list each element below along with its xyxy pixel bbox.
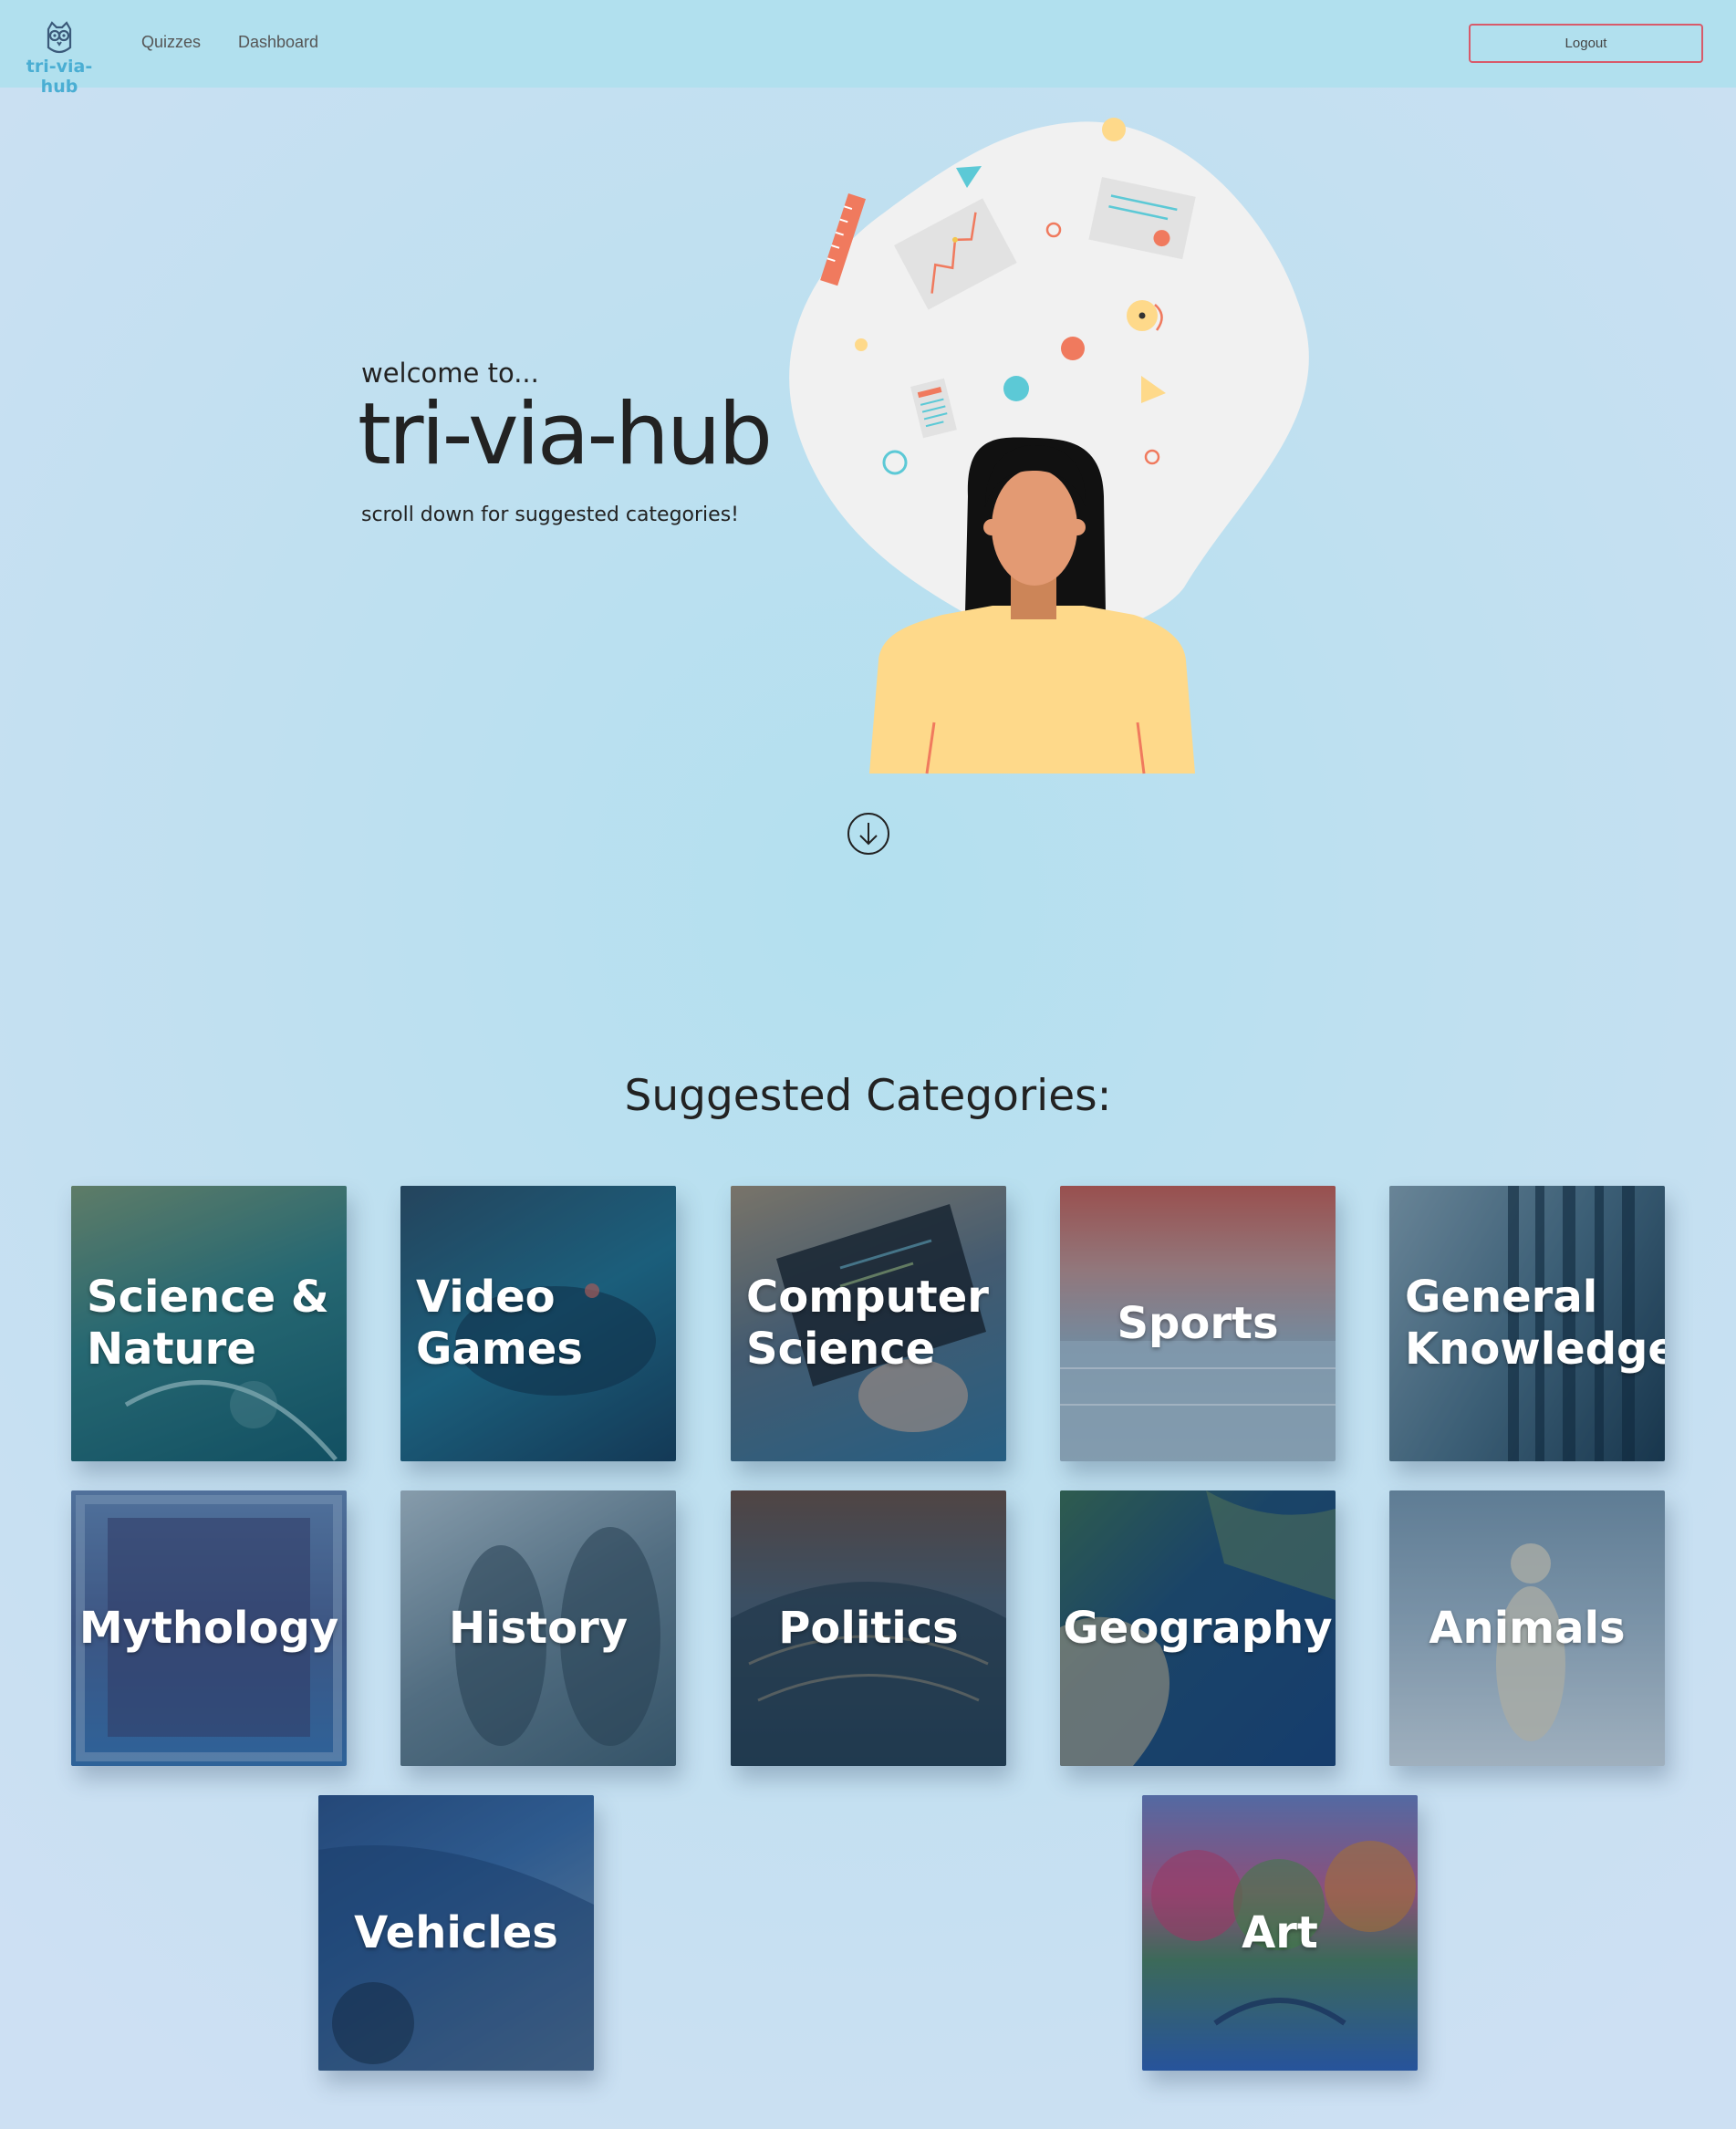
brand-name: tri-via-hub xyxy=(26,57,93,97)
category-card-computer-science[interactable]: Computer Science xyxy=(731,1186,1006,1461)
category-card-politics[interactable]: Politics xyxy=(731,1490,1006,1766)
category-card-mythology[interactable]: Mythology xyxy=(71,1490,347,1766)
category-card-video-games[interactable]: Video Games xyxy=(400,1186,676,1461)
category-label: Mythology xyxy=(78,1602,339,1654)
category-label: Sports xyxy=(1117,1297,1279,1349)
owl-icon xyxy=(47,21,72,54)
category-card-science-nature[interactable]: Science & Nature xyxy=(71,1186,347,1461)
hero-title: tri-via-hub xyxy=(358,385,773,484)
hero-welcome-text: welcome to... xyxy=(361,358,539,389)
category-label: Vehicles xyxy=(354,1906,558,1958)
hero-illustration xyxy=(789,118,1309,774)
category-card-history[interactable]: History xyxy=(400,1490,676,1766)
category-label: History xyxy=(448,1602,629,1654)
suggested-categories-title: Suggested Categories: xyxy=(624,1071,1112,1121)
category-card-vehicles[interactable]: Vehicles xyxy=(318,1795,594,2071)
category-label: Animals xyxy=(1429,1602,1626,1654)
nav-link-quizzes[interactable]: Quizzes xyxy=(141,33,201,52)
category-label: Art xyxy=(1242,1906,1318,1958)
logout-button[interactable]: Logout xyxy=(1469,24,1703,63)
category-card-art[interactable]: Art xyxy=(1142,1795,1418,2071)
nav-link-dashboard[interactable]: Dashboard xyxy=(238,33,318,52)
category-card-general-knowledge[interactable]: General Knowledge xyxy=(1389,1186,1665,1461)
category-label: Geography xyxy=(1063,1602,1333,1654)
hero-subtitle: scroll down for suggested categories! xyxy=(361,504,739,526)
brand-logo[interactable]: tri-via-hub xyxy=(9,20,109,97)
category-label: Politics xyxy=(778,1602,959,1654)
category-label: General Knowledge xyxy=(1405,1272,1665,1375)
navbar: tri-via-hub Quizzes Dashboard Logout xyxy=(0,0,1736,97)
category-card-sports[interactable]: Sports xyxy=(1060,1186,1336,1461)
category-label: Computer Science xyxy=(746,1272,989,1375)
category-label: Science & Nature xyxy=(87,1272,329,1375)
category-label: Video Games xyxy=(416,1272,583,1375)
category-card-geography[interactable]: Geography xyxy=(1060,1490,1336,1766)
arrow-down-circle-icon[interactable] xyxy=(847,812,890,856)
category-card-animals[interactable]: Animals xyxy=(1389,1490,1665,1766)
